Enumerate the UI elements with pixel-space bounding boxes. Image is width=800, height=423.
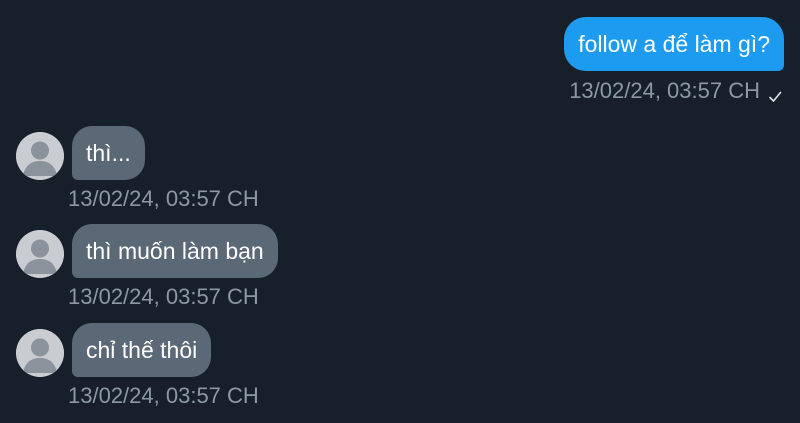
check-icon (768, 84, 782, 102)
default-user-avatar-icon (16, 132, 64, 180)
message-timestamp: 13/02/24, 03:57 CH (569, 78, 760, 103)
message-timestamp: 13/02/24, 03:57 CH (68, 284, 259, 309)
outgoing-message-meta: 13/02/24, 03:57 CH (569, 78, 782, 104)
avatar[interactable] (16, 132, 64, 180)
incoming-message-bubble[interactable]: thì muốn làm bạn (72, 224, 278, 278)
outgoing-message-bubble[interactable]: follow a để làm gì? (564, 17, 784, 71)
avatar[interactable] (16, 230, 64, 278)
incoming-message-bubble[interactable]: chỉ thế thôi (72, 323, 212, 377)
message-text: chỉ thế thôi (86, 336, 198, 363)
message-timestamp: 13/02/24, 03:57 CH (68, 383, 259, 408)
avatar[interactable] (16, 329, 64, 377)
message-text: thì muốn làm bạn (86, 237, 264, 264)
chat-thread: follow a để làm gì? 13/02/24, 03:57 CH t… (0, 0, 800, 418)
incoming-message: thì... 13/02/24, 03:57 CH (16, 126, 776, 226)
default-user-avatar-icon (16, 230, 64, 278)
message-text: follow a để làm gì? (578, 30, 770, 57)
incoming-message: chỉ thế thôi 13/02/24, 03:57 CH (16, 323, 776, 423)
incoming-message: thì muốn làm bạn 13/02/24, 03:57 CH (16, 224, 776, 324)
message-timestamp: 13/02/24, 03:57 CH (68, 186, 259, 211)
default-user-avatar-icon (16, 329, 64, 377)
incoming-message-bubble[interactable]: thì... (72, 126, 145, 180)
message-text: thì... (86, 139, 131, 166)
